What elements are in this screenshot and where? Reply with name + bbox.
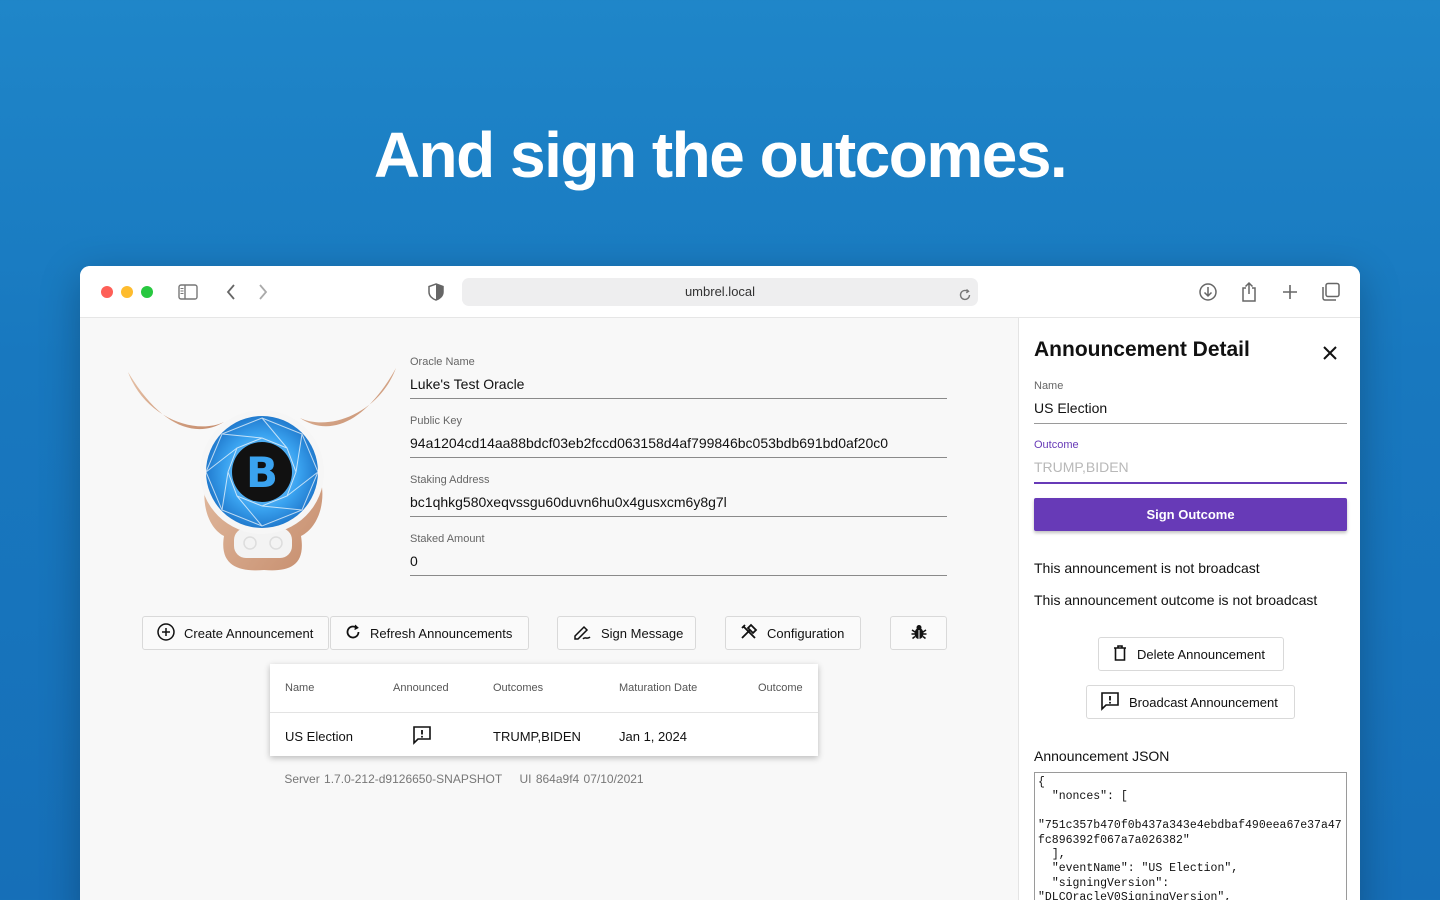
oracle-main-content: B Oracle Name Luke's Test Oracle Public …	[80, 318, 1018, 900]
reload-icon[interactable]	[958, 284, 972, 312]
server-version: Server 1.7.0-212-d9126650-SNAPSHOT	[284, 772, 503, 786]
headline: And sign the outcomes.	[373, 119, 1068, 191]
staked-amount-field: Staked Amount 0	[410, 533, 947, 576]
outcome-broadcast-status: This announcement outcome is not broadca…	[1034, 592, 1318, 608]
refresh-icon	[345, 624, 361, 643]
download-icon[interactable]	[1196, 280, 1220, 304]
broadcast-status: This announcement is not broadcast	[1034, 560, 1260, 576]
row-outcomes: TRUMP,BIDEN	[493, 729, 581, 744]
forward-icon[interactable]	[251, 280, 275, 304]
announcement-icon	[1100, 691, 1120, 714]
oracle-name-value: Luke's Test Oracle	[410, 376, 525, 392]
outcome-input[interactable]: TRUMP,BIDEN	[1034, 453, 1347, 482]
staking-address-value: bc1qhkg580xeqvssgu60duvn6hu0x4gusxcm6y8g…	[410, 494, 727, 510]
url-text: umbrel.local	[684, 284, 756, 299]
oracle-logo: B	[124, 366, 400, 572]
configuration-button[interactable]: Configuration	[725, 616, 861, 650]
column-header-outcome[interactable]: Outcome	[758, 682, 803, 694]
column-header-outcomes[interactable]: Outcomes	[493, 682, 543, 694]
row-name: US Election	[285, 729, 353, 744]
trash-icon	[1112, 644, 1128, 665]
outcome-label: Outcome	[1034, 439, 1079, 451]
sign-message-button[interactable]: Sign Message	[557, 616, 696, 650]
public-key-value: 94a1204cd14aa88bdcf03eb2fccd063158d4af79…	[410, 435, 889, 451]
create-announcement-label: Create Announcement	[184, 625, 314, 641]
browser-toolbar: umbrel.local	[80, 266, 1360, 318]
outcome-input-field[interactable]: Outcome TRUMP,BIDEN	[1034, 439, 1347, 484]
close-window-button[interactable]	[101, 286, 113, 298]
sidebar-icon[interactable]	[176, 280, 200, 304]
detail-name-label: Name	[1034, 380, 1064, 392]
tabs-icon[interactable]	[1319, 280, 1343, 304]
svg-text:B: B	[246, 448, 278, 497]
add-circle-icon	[157, 622, 175, 644]
ui-version: UI 864a9f4 07/10/2021	[519, 772, 644, 786]
minimize-window-button[interactable]	[121, 286, 133, 298]
refresh-announcements-button[interactable]: Refresh Announcements	[330, 616, 529, 650]
version-footer: Server 1.7.0-212-d9126650-SNAPSHOT UI 86…	[80, 772, 848, 786]
column-header-announced[interactable]: Announced	[393, 682, 449, 694]
create-announcement-button[interactable]: Create Announcement	[142, 616, 329, 650]
staked-amount-value: 0	[410, 553, 418, 569]
oracle-name-field: Oracle Name Luke's Test Oracle	[410, 356, 947, 399]
close-icon[interactable]	[1319, 342, 1341, 364]
panel-title: Announcement Detail	[1034, 338, 1250, 361]
delete-announcement-label: Delete Announcement	[1137, 646, 1265, 662]
staking-address-label: Staking Address	[410, 474, 490, 486]
table-row[interactable]: US Election TRUMP,BIDEN Jan 1, 2024	[270, 712, 818, 756]
refresh-announcements-label: Refresh Announcements	[370, 625, 513, 641]
sign-outcome-button[interactable]: Sign Outcome	[1034, 498, 1347, 531]
pen-icon	[572, 623, 592, 644]
staking-address-field: Staking Address bc1qhkg580xeqvssgu60duvn…	[410, 474, 947, 517]
browser-window: umbrel.local B Oracle Name Luke's Test O…	[80, 266, 1360, 900]
public-key-label: Public Key	[410, 415, 462, 427]
address-bar[interactable]: umbrel.local	[462, 278, 978, 306]
new-tab-icon[interactable]	[1278, 280, 1302, 304]
column-header-name[interactable]: Name	[285, 682, 314, 694]
shield-icon[interactable]	[424, 280, 448, 304]
tools-icon	[740, 623, 758, 644]
announcements-table: Name Announced Outcomes Maturation Date …	[270, 664, 818, 756]
bug-icon	[910, 623, 928, 644]
zoom-window-button[interactable]	[141, 286, 153, 298]
announcement-alert-icon	[412, 725, 432, 748]
oracle-name-label: Oracle Name	[410, 356, 475, 368]
detail-name-field: Name US Election	[1034, 380, 1347, 424]
configuration-label: Configuration	[767, 625, 845, 641]
public-key-field: Public Key 94a1204cd14aa88bdcf03eb2fccd0…	[410, 415, 947, 458]
row-maturation-date: Jan 1, 2024	[619, 729, 687, 744]
json-label: Announcement JSON	[1034, 748, 1170, 764]
announcement-detail-panel: Announcement Detail Name US Election Out…	[1018, 318, 1360, 900]
back-icon[interactable]	[219, 280, 243, 304]
staked-amount-label: Staked Amount	[410, 533, 485, 545]
delete-announcement-button[interactable]: Delete Announcement	[1098, 637, 1284, 671]
broadcast-announcement-label: Broadcast Announcement	[1129, 694, 1278, 710]
column-header-maturation-date[interactable]: Maturation Date	[619, 682, 697, 694]
debug-button[interactable]	[890, 616, 947, 650]
announcement-json-textarea[interactable]: { "nonces": [ "751c357b470f0b437a343e4eb…	[1034, 772, 1347, 900]
sign-message-label: Sign Message	[601, 625, 684, 641]
detail-name-value: US Election	[1034, 400, 1108, 416]
broadcast-announcement-button[interactable]: Broadcast Announcement	[1086, 685, 1295, 719]
share-icon[interactable]	[1237, 280, 1261, 304]
